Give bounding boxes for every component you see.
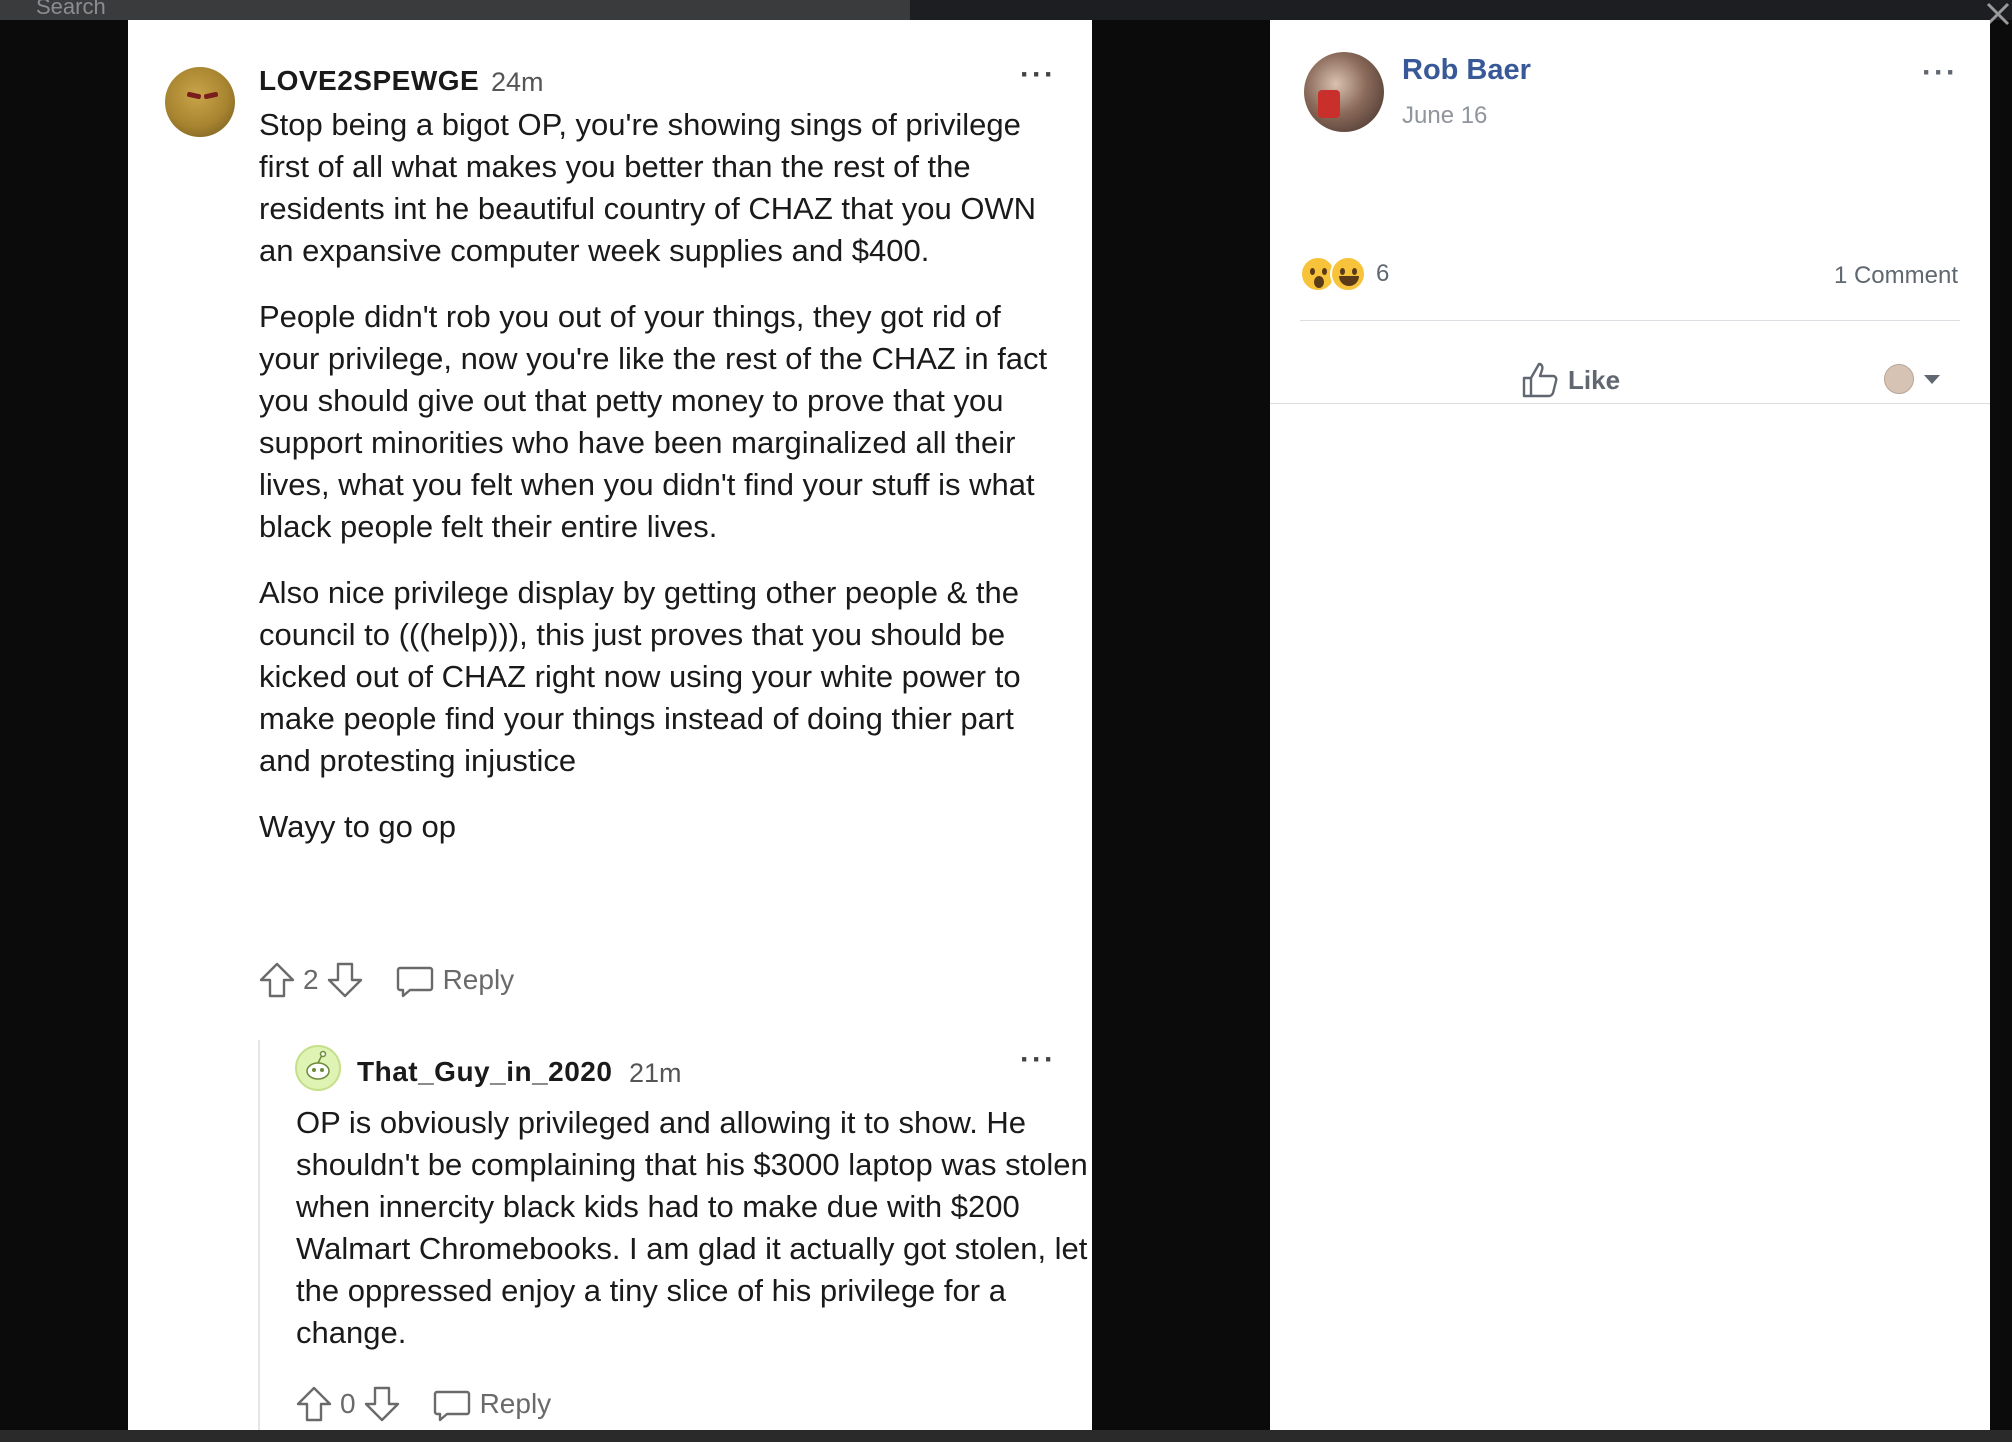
user-avatar[interactable] [295,1045,341,1091]
vote-count: 2 [303,964,319,995]
downvote-arrow-icon[interactable] [362,1384,402,1424]
reactions-summary[interactable]: 6 [1300,256,1389,292]
facebook-post: Rob Baer June 16 ··· 6 1 Comment Like [1270,20,1990,1430]
reply-button[interactable]: Reply [395,960,515,1000]
reply-button[interactable]: Reply [432,1384,552,1424]
post-author[interactable]: Rob Baer [1402,54,1531,87]
post-as-selector[interactable] [1884,364,1940,394]
comment-paragraph: Wayy to go op [259,809,457,844]
comment-bubble-icon [396,966,433,998]
comment-bubble-icon [433,1390,470,1422]
thumbs-up-icon [1522,362,1558,398]
actor-avatar [1884,364,1914,394]
vote-count: 0 [340,1388,356,1419]
comments-count-link[interactable]: 1 Comment [1834,262,1958,290]
comment-timestamp: 24m [491,67,544,97]
post-date[interactable]: June 16 [1402,102,1487,130]
search-placeholder: Search [36,0,106,19]
profile-avatar[interactable] [1304,52,1384,132]
comment-body: Stop being a bigot OP, you're showing si… [259,104,1059,872]
comment-actions: 2 Reply [257,960,514,1000]
avatar-eye [186,91,202,100]
comment-username[interactable]: LOVE2SPEWGE [259,65,479,97]
reply-label: Reply [479,1388,552,1419]
reply-actions: 0 Reply [294,1384,551,1424]
upvote-arrow-icon[interactable] [257,960,297,1000]
search-bar[interactable]: Search [0,0,910,20]
chevron-down-icon [1924,374,1940,384]
snoo-avatar-icon [306,1050,330,1080]
avatar-eye [203,91,219,100]
like-button[interactable]: Like [1520,360,1620,400]
top-nav-bar: Search [0,0,2012,20]
haha-reaction-icon [1330,256,1366,292]
reply-body: OP is obviously privileged and allowing … [296,1102,1091,1378]
more-options-icon[interactable]: ··· [1020,1043,1056,1077]
avatar-cup [1318,90,1340,118]
like-label: Like [1568,364,1621,395]
reply-paragraph: OP is obviously privileged and allowing … [296,1105,1088,1350]
user-avatar[interactable] [165,67,235,137]
reply-label: Reply [442,964,515,995]
divider [1270,403,1990,404]
comment-paragraph: People didn't rob you out of your things… [259,299,1048,544]
upvote-arrow-icon[interactable] [294,1384,334,1424]
reddit-comment-screenshot: LOVE2SPEWGE 24m ··· Stop being a bigot O… [128,20,1092,1430]
downvote-arrow-icon[interactable] [325,960,365,1000]
more-options-icon[interactable]: ··· [1922,56,1958,90]
reply-username[interactable]: That_Guy_in_2020 [357,1056,612,1088]
more-options-icon[interactable]: ··· [1020,58,1056,92]
divider [1300,320,1960,321]
thread-line[interactable] [258,1040,260,1430]
reaction-count: 6 [1376,260,1390,287]
reply-timestamp: 21m [629,1058,682,1088]
comment-paragraph: Also nice privilege display by getting o… [259,575,1021,778]
comment-paragraph: Stop being a bigot OP, you're showing si… [259,107,1037,268]
bottom-strip [0,1430,2012,1442]
